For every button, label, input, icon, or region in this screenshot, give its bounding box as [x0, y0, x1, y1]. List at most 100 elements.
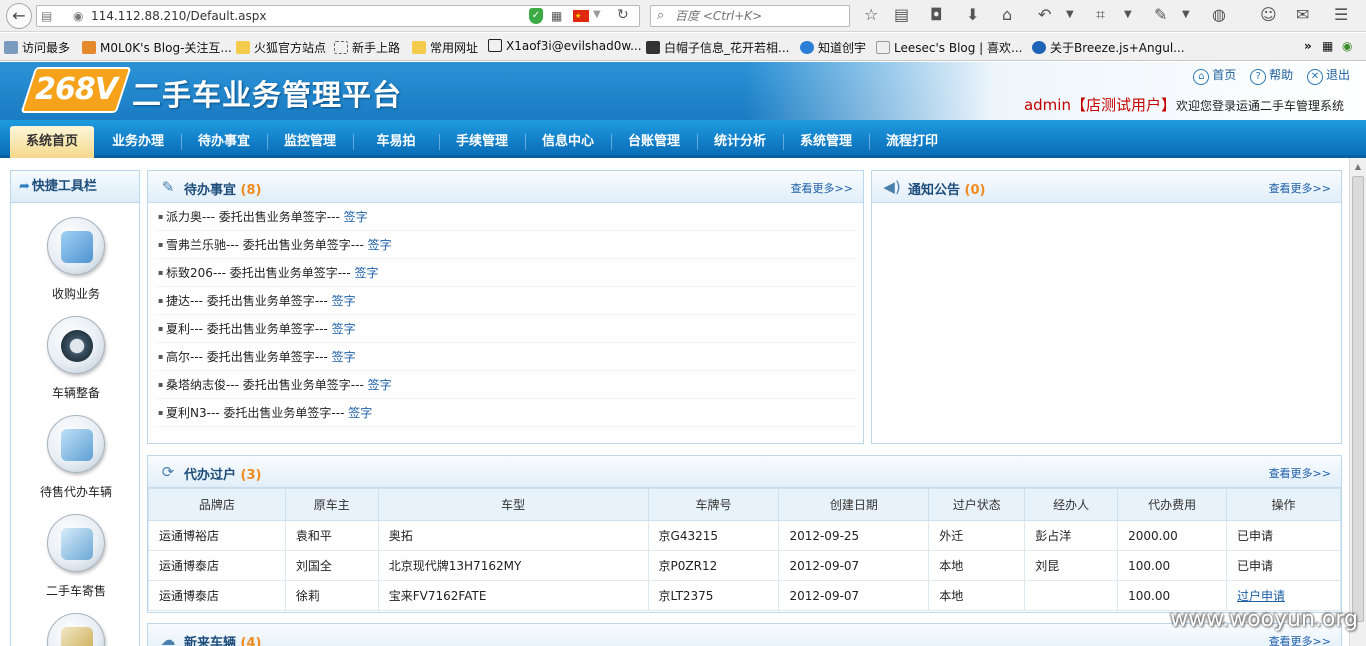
sign-link[interactable]: 签字: [368, 238, 392, 252]
list-item: 捷达--- 委托出售业务单签字--- 签字: [156, 287, 855, 315]
nav-todo[interactable]: 待办事宜: [182, 126, 266, 158]
table-cell: 100.00: [1117, 580, 1228, 611]
help-link[interactable]: ? 帮助: [1250, 66, 1293, 85]
reload-icon[interactable]: ↻: [617, 7, 629, 23]
column-header: 经办人: [1024, 488, 1119, 521]
nav-info[interactable]: 信息中心: [526, 126, 610, 158]
bookmark-item[interactable]: 知道创宇: [800, 39, 866, 56]
column-header: 品牌店: [148, 488, 286, 521]
speaker-icon: ◀): [883, 178, 901, 196]
star-icon[interactable]: ☆: [864, 4, 878, 26]
sign-link[interactable]: 签字: [344, 210, 368, 224]
globe-menu-icon[interactable]: ◍: [1212, 4, 1226, 26]
transfer-apply-link[interactable]: 过户申请: [1237, 589, 1285, 603]
quick-item-purchase[interactable]: 收购业务: [11, 217, 141, 302]
download-icon[interactable]: ⬇: [966, 4, 979, 26]
bookmark-item[interactable]: 访问最多: [4, 39, 70, 56]
nav-stats[interactable]: 统计分析: [698, 126, 782, 158]
table-cell: 100.00: [1117, 550, 1228, 581]
bookmark-item[interactable]: Leesec's Blog | 喜欢...: [876, 39, 1022, 56]
car-icon: ☁: [160, 631, 176, 646]
column-header: 操作: [1226, 488, 1341, 521]
tire-icon: [47, 316, 105, 374]
bookmark-item[interactable]: 常用网址: [412, 39, 478, 56]
home-link[interactable]: ⌂ 首页: [1193, 66, 1236, 85]
page-scrollbar[interactable]: ▲: [1349, 158, 1366, 646]
back-arrow-icon[interactable]: ←: [6, 3, 32, 29]
edit-icon: ✎: [161, 178, 175, 196]
bookmark-item[interactable]: 新手上路: [334, 39, 400, 56]
table-row: 运通博泰店 徐莉 宝来FV7162FATE 京LT2375 2012-09-07…: [148, 580, 1341, 611]
undo-icon[interactable]: ↶: [1038, 4, 1051, 26]
chat-icon[interactable]: ☺: [1260, 4, 1277, 26]
bookmark-item[interactable]: X1aof3i@evilshad0w...: [488, 39, 642, 53]
table-cell: 京LT2375: [647, 580, 780, 611]
home-icon: ⌂: [1193, 69, 1210, 85]
sign-link[interactable]: 签字: [368, 378, 392, 392]
table-cell: 彭占洋: [1024, 520, 1119, 551]
nav-procedures[interactable]: 手续管理: [440, 126, 524, 158]
nav-auction[interactable]: 车易拍: [354, 126, 438, 158]
sign-link[interactable]: 签字: [332, 350, 356, 364]
nav-print[interactable]: 流程打印: [870, 126, 954, 158]
app-title: 二手车业务管理平台: [132, 78, 403, 112]
bookmark-item[interactable]: 白帽子信息_花开若相...: [646, 39, 789, 56]
bookmark-item[interactable]: 关于Breeze.js+Angul...: [1032, 39, 1185, 56]
flag-icon[interactable]: ★: [573, 10, 589, 22]
nav-system[interactable]: 系统管理: [784, 126, 868, 158]
qr-code-icon[interactable]: ▦: [551, 9, 562, 23]
sign-link[interactable]: 签字: [348, 406, 372, 420]
new-cars-panel-header: ☁ 新来车辆 (4) 查看更多>>: [148, 624, 1341, 646]
home-icon[interactable]: ⌂: [1002, 4, 1012, 26]
sign-link[interactable]: 签字: [332, 294, 356, 308]
bookmark-item[interactable]: M0L0K's Blog-关注互...: [82, 39, 232, 56]
menu-icon[interactable]: ☰: [1334, 4, 1348, 26]
new-cars-more-link[interactable]: 查看更多>>: [1269, 633, 1331, 646]
chevron-down-icon[interactable]: ▼: [1182, 4, 1190, 26]
transfer-more-link[interactable]: 查看更多>>: [1269, 465, 1331, 481]
qr-code-icon[interactable]: ▦: [1322, 39, 1333, 53]
pocket-icon[interactable]: ◘: [930, 4, 943, 26]
extension-icon[interactable]: ◉: [1342, 39, 1352, 53]
todo-panel: ✎ 待办事宜 (8) 查看更多>> 派力奥--- 委托出售业务单签字--- 签字…: [147, 170, 864, 444]
sign-link[interactable]: 签字: [355, 266, 379, 280]
tool-icon[interactable]: ✎: [1154, 4, 1167, 26]
chevron-down-icon[interactable]: ▼: [1066, 4, 1074, 26]
crop-icon[interactable]: ⌗: [1096, 4, 1105, 26]
bookmarks-overflow[interactable]: »: [1304, 39, 1312, 53]
chevron-down-icon[interactable]: ▼: [593, 9, 601, 20]
list-item: 桑塔纳志俊--- 委托出售业务单签字--- 签字: [156, 371, 855, 399]
nav-business[interactable]: 业务办理: [96, 126, 180, 158]
search-input[interactable]: [675, 8, 845, 24]
nav-monitor[interactable]: 监控管理: [268, 126, 352, 158]
quick-toolbar-header: ➦ 快捷工具栏: [11, 171, 139, 203]
nav-home[interactable]: 系统首页: [10, 126, 94, 158]
quick-item-prep[interactable]: 车辆整备: [11, 316, 141, 401]
reading-list-icon[interactable]: ▤: [894, 4, 909, 26]
column-header: 代办费用: [1117, 488, 1228, 521]
table-cell: 运通博泰店: [148, 580, 286, 611]
sign-link[interactable]: 签字: [332, 322, 356, 336]
notice-more-link[interactable]: 查看更多>>: [1269, 180, 1331, 196]
chevron-down-icon[interactable]: ▼: [1124, 4, 1132, 26]
todo-panel-header: ✎ 待办事宜 (8) 查看更多>>: [148, 171, 863, 203]
comment-icon[interactable]: ✉: [1296, 4, 1309, 26]
site-icon: [646, 41, 660, 54]
logout-link[interactable]: ✕ 退出: [1306, 66, 1350, 85]
scroll-up-icon[interactable]: ▲: [1350, 158, 1366, 175]
nav-ledger[interactable]: 台账管理: [612, 126, 696, 158]
bookmark-item[interactable]: 火狐官方站点: [236, 39, 326, 56]
quick-item-for-sale[interactable]: 待售代办车辆: [11, 415, 141, 500]
todo-more-link[interactable]: 查看更多>>: [791, 180, 853, 196]
transfer-table: 品牌店 原车主 车型 车牌号 创建日期 过户状态 经办人 代办费用 操作 运通博…: [148, 488, 1341, 611]
address-bar[interactable]: ▤ ◉ 114.112.88.210/Default.aspx ✓ ▦ ★ ▼ …: [36, 5, 640, 27]
gear-icon: [4, 41, 18, 54]
shield-icon[interactable]: ✓: [529, 8, 543, 24]
quick-item-consign[interactable]: 二手车寄售: [11, 514, 141, 599]
search-box[interactable]: ⌕: [650, 5, 850, 27]
scroll-thumb[interactable]: [1352, 176, 1364, 622]
url-text[interactable]: 114.112.88.210/Default.aspx: [91, 9, 266, 23]
table-cell: 2012-09-07: [778, 580, 930, 611]
list-item: 标致206--- 委托出售业务单签字--- 签字: [156, 259, 855, 287]
quick-item-more[interactable]: [11, 613, 141, 646]
